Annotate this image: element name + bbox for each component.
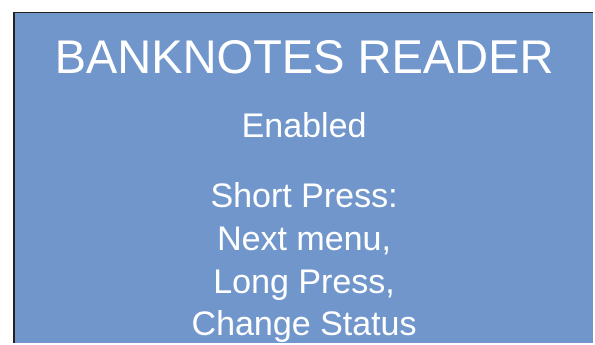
- instruction-line: Long Press,: [213, 263, 395, 301]
- screen-title: BANKNOTES READER: [54, 30, 554, 83]
- instruction-line: Change Status: [191, 305, 417, 343]
- instruction-line: Short Press:: [210, 177, 398, 215]
- status-text: Enabled: [241, 107, 367, 145]
- instruction-line: Next menu,: [217, 220, 391, 258]
- device-screen: BANKNOTES READER Enabled Short Press: Ne…: [13, 12, 593, 343]
